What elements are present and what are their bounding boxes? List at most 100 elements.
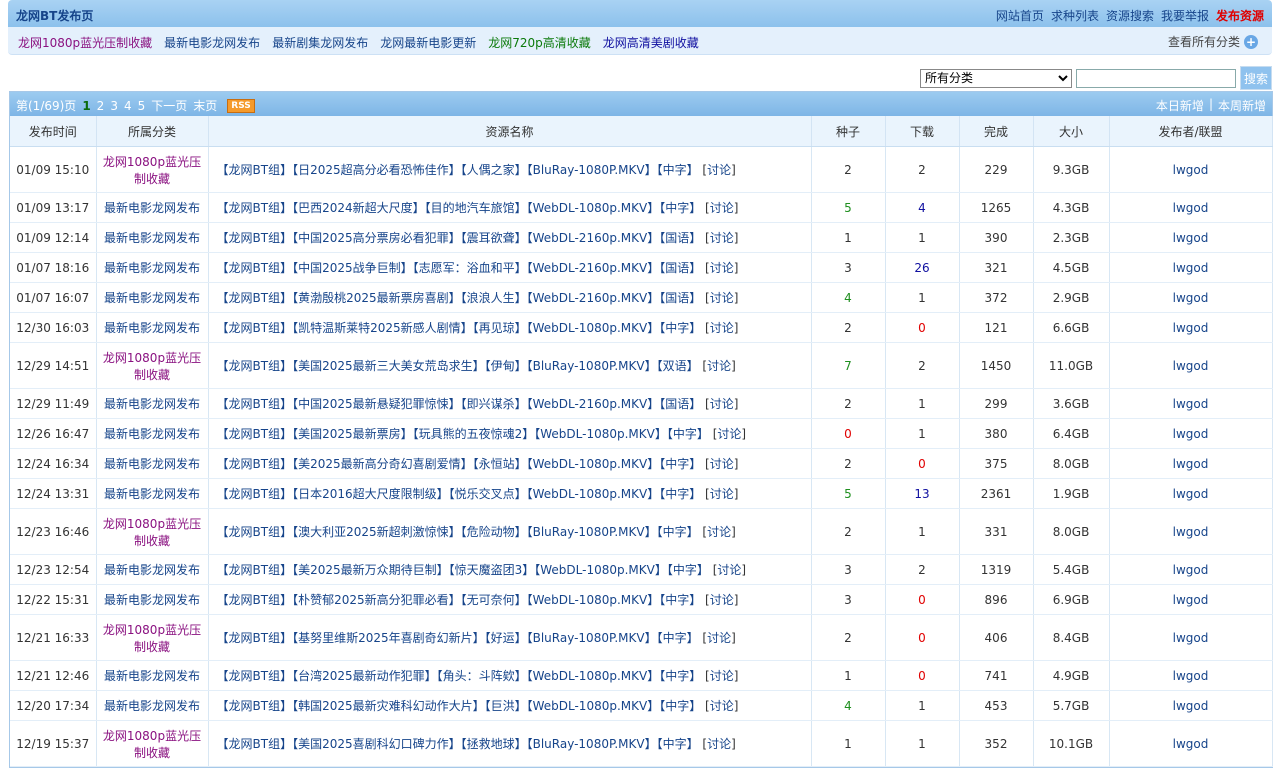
- row-category-link[interactable]: 最新电影龙网发布: [104, 201, 200, 215]
- row-category-link[interactable]: 最新电影龙网发布: [104, 593, 200, 607]
- row-discuss-link[interactable]: 讨论: [710, 457, 734, 471]
- row-publisher-link[interactable]: lwgod: [1173, 201, 1209, 215]
- row-title-link[interactable]: 【龙网BT组】【朴赞郁2025新高分犯罪必看】【无可奈何】【WebDL-1080…: [217, 593, 702, 607]
- row-title-link[interactable]: 【龙网BT组】【美国2025最新票房】【玩具熊的五夜惊魂2】【WebDL-108…: [217, 427, 709, 441]
- row-category-link[interactable]: 最新电影龙网发布: [104, 457, 200, 471]
- row-title-link[interactable]: 【龙网BT组】【中国2025战争巨制】【志愿军：浴血和平】【WebDL-2160…: [217, 261, 702, 275]
- row-title-link[interactable]: 【龙网BT组】【美2025最新万众期待巨制】【惊天魔盗团3】【WebDL-108…: [217, 563, 709, 577]
- row-category-link[interactable]: 最新电影龙网发布: [104, 487, 200, 501]
- row-discuss-link[interactable]: 讨论: [710, 201, 734, 215]
- row-discuss-link[interactable]: 讨论: [717, 563, 741, 577]
- row-title-link[interactable]: 【龙网BT组】【美国2025最新三大美女荒岛求生】【伊甸】【BluRay-108…: [217, 359, 699, 373]
- next-page-link[interactable]: 下一页: [151, 97, 187, 114]
- row-discuss-link[interactable]: 讨论: [710, 231, 734, 245]
- row-publisher-link[interactable]: lwgod: [1173, 593, 1209, 607]
- today-new-link[interactable]: 本日新增: [1156, 97, 1204, 114]
- category-links: 龙网1080p蓝光压制收藏 最新电影龙网发布 最新剧集龙网发布 龙网最新电影更新 龙网7…: [18, 34, 699, 51]
- row-category-link[interactable]: 龙网1080p蓝光压制收藏: [103, 517, 201, 548]
- row-category-link[interactable]: 龙网1080p蓝光压制收藏: [103, 155, 201, 186]
- row-publisher-link[interactable]: lwgod: [1173, 669, 1209, 683]
- row-discuss-link[interactable]: 讨论: [710, 397, 734, 411]
- row-publisher-link[interactable]: lwgod: [1173, 631, 1209, 645]
- row-title-link[interactable]: 【龙网BT组】【基努里维斯2025年喜剧奇幻新片】【好运】【BluRay-108…: [217, 631, 699, 645]
- row-discuss-link[interactable]: 讨论: [707, 737, 731, 751]
- row-title-link[interactable]: 【龙网BT组】【韩国2025最新灾难科幻动作大片】【巨洪】【WebDL-1080…: [217, 699, 702, 713]
- row-discuss-link[interactable]: 讨论: [707, 525, 731, 539]
- nav-publish-link[interactable]: 发布资源: [1216, 7, 1264, 24]
- row-title-link[interactable]: 【龙网BT组】【黄渤殷桃2025最新票房喜剧】【浪浪人生】【WebDL-2160…: [217, 291, 702, 305]
- row-publisher-link[interactable]: lwgod: [1173, 737, 1209, 751]
- row-discuss-link[interactable]: 讨论: [710, 699, 734, 713]
- row-title-link[interactable]: 【龙网BT组】【日本2016超大尺度限制级】【悦乐交叉点】【WebDL-1080…: [217, 487, 702, 501]
- row-category-link[interactable]: 龙网1080p蓝光压制收藏: [103, 729, 201, 760]
- row-category-link[interactable]: 最新电影龙网发布: [104, 427, 200, 441]
- last-page-link[interactable]: 末页: [193, 97, 217, 114]
- page-link[interactable]: 3: [110, 99, 118, 113]
- page-link[interactable]: 4: [124, 99, 132, 113]
- search-input[interactable]: [1076, 68, 1236, 88]
- row-title-link[interactable]: 【龙网BT组】【中国2025高分票房必看犯罪】【震耳欲聋】【WebDL-2160…: [217, 231, 702, 245]
- row-publisher-link[interactable]: lwgod: [1173, 699, 1209, 713]
- row-publisher-link[interactable]: lwgod: [1173, 427, 1209, 441]
- row-publisher-link[interactable]: lwgod: [1173, 291, 1209, 305]
- category-link[interactable]: 龙网高清美剧收藏: [603, 34, 699, 51]
- view-all-categories[interactable]: 查看所有分类 +: [1168, 33, 1258, 50]
- row-discuss-link[interactable]: 讨论: [717, 427, 741, 441]
- row-category-link[interactable]: 最新电影龙网发布: [104, 563, 200, 577]
- row-category-link[interactable]: 最新电影龙网发布: [104, 321, 200, 335]
- category-select[interactable]: 所有分类: [920, 68, 1072, 88]
- row-discuss-link[interactable]: 讨论: [710, 291, 734, 305]
- row-category-link[interactable]: 最新电影龙网发布: [104, 231, 200, 245]
- row-publisher-link[interactable]: lwgod: [1173, 563, 1209, 577]
- row-discuss-link[interactable]: 讨论: [710, 261, 734, 275]
- row-discuss-link[interactable]: 讨论: [710, 669, 734, 683]
- row-category-link[interactable]: 最新电影龙网发布: [104, 397, 200, 411]
- row-category-link[interactable]: 最新电影龙网发布: [104, 669, 200, 683]
- row-discuss-link[interactable]: 讨论: [707, 163, 731, 177]
- row-title-link[interactable]: 【龙网BT组】【台湾2025最新动作犯罪】【角头：斗阵欸】【WebDL-1080…: [217, 669, 702, 683]
- category-link[interactable]: 龙网1080p蓝光压制收藏: [18, 34, 152, 51]
- category-link[interactable]: 龙网720p高清收藏: [488, 34, 591, 51]
- row-category-link[interactable]: 最新电影龙网发布: [104, 261, 200, 275]
- row-category-link[interactable]: 龙网1080p蓝光压制收藏: [103, 623, 201, 654]
- nav-report-link[interactable]: 我要举报: [1161, 7, 1209, 24]
- row-publisher-link[interactable]: lwgod: [1173, 231, 1209, 245]
- row-publisher-link[interactable]: lwgod: [1173, 525, 1209, 539]
- row-publisher-link[interactable]: lwgod: [1173, 321, 1209, 335]
- row-title-link[interactable]: 【龙网BT组】【日2025超高分必看恐怖佳作】【人偶之家】【BluRay-108…: [217, 163, 699, 177]
- row-title-link[interactable]: 【龙网BT组】【巴西2024新超大尺度】【目的地汽车旅馆】【WebDL-1080…: [217, 201, 702, 215]
- row-title-link[interactable]: 【龙网BT组】【中国2025最新悬疑犯罪惊悚】【即兴谋杀】【WebDL-2160…: [217, 397, 702, 411]
- row-publisher-link[interactable]: lwgod: [1173, 163, 1209, 177]
- row-discuss-link[interactable]: 讨论: [710, 321, 734, 335]
- page-link[interactable]: 5: [138, 99, 146, 113]
- category-link[interactable]: 最新电影龙网发布: [164, 34, 260, 51]
- row-publisher-link[interactable]: lwgod: [1173, 261, 1209, 275]
- page-link[interactable]: 2: [97, 99, 105, 113]
- row-publisher-link[interactable]: lwgod: [1173, 359, 1209, 373]
- row-title-link[interactable]: 【龙网BT组】【凯特温斯莱特2025新感人剧情】【再见琼】【WebDL-1080…: [217, 321, 702, 335]
- rss-icon[interactable]: RSS: [227, 98, 255, 113]
- row-title-link[interactable]: 【龙网BT组】【澳大利亚2025新超刺激惊悚】【危险动物】【BluRay-108…: [217, 525, 699, 539]
- nav-request-link[interactable]: 求种列表: [1051, 7, 1099, 24]
- row-publisher-link[interactable]: lwgod: [1173, 397, 1209, 411]
- row-discuss-link[interactable]: 讨论: [710, 487, 734, 501]
- row-publisher-link[interactable]: lwgod: [1173, 487, 1209, 501]
- category-link[interactable]: 龙网最新电影更新: [380, 34, 476, 51]
- row-category-link[interactable]: 龙网1080p蓝光压制收藏: [103, 351, 201, 382]
- row-title-link[interactable]: 【龙网BT组】【美国2025喜剧科幻口碑力作】【拯救地球】【BluRay-108…: [217, 737, 699, 751]
- row-discuss-link[interactable]: 讨论: [707, 631, 731, 645]
- row-category-link[interactable]: 最新电影龙网发布: [104, 699, 200, 713]
- nav-home-link[interactable]: 网站首页: [996, 7, 1044, 24]
- row-discuss-link[interactable]: 讨论: [710, 593, 734, 607]
- plus-circle-icon[interactable]: +: [1244, 34, 1258, 49]
- week-new-link[interactable]: 本周新增: [1218, 97, 1266, 114]
- category-link[interactable]: 最新剧集龙网发布: [272, 34, 368, 51]
- nav-search-link[interactable]: 资源搜索: [1106, 7, 1154, 24]
- row-discuss-link[interactable]: 讨论: [707, 359, 731, 373]
- row-publisher-link[interactable]: lwgod: [1173, 457, 1209, 471]
- row-title-link[interactable]: 【龙网BT组】【美2025最新高分奇幻喜剧爱情】【永恒站】【WebDL-1080…: [217, 457, 702, 471]
- view-all-label[interactable]: 查看所有分类: [1168, 33, 1240, 50]
- row-category-link[interactable]: 最新电影龙网发布: [104, 291, 200, 305]
- link-separator: |: [1208, 97, 1213, 111]
- search-button[interactable]: 搜索: [1240, 66, 1272, 90]
